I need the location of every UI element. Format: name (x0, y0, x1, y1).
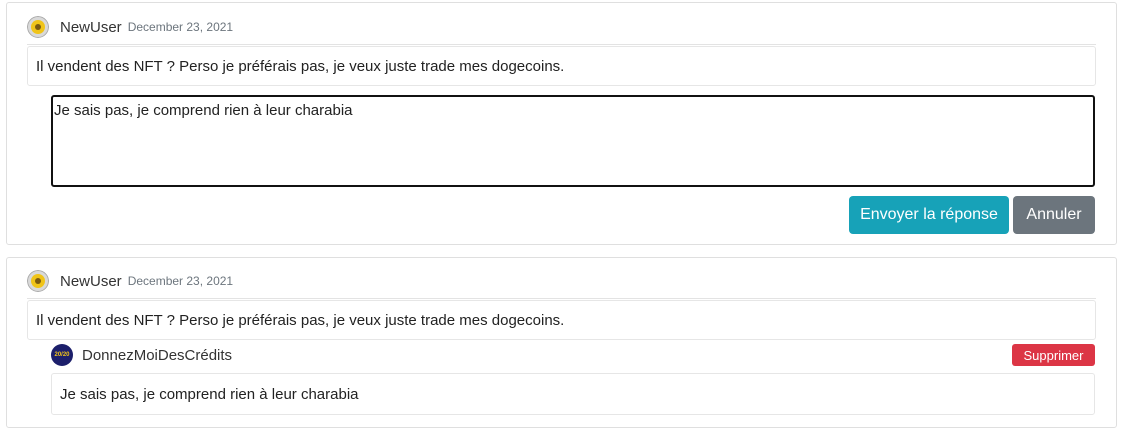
comment-date: December 23, 2021 (127, 20, 234, 34)
comment-card: NewUser December 23, 2021 Il vendent des… (6, 2, 1117, 245)
avatar-logo-text: 20/20 (54, 352, 70, 358)
reply-author-name[interactable]: DonnezMoiDesCrédits (82, 347, 232, 364)
reply-textarea[interactable]: Je sais pas, je comprend rien à leur cha… (51, 95, 1095, 187)
comment-header: NewUser December 23, 2021 (27, 264, 1096, 299)
comment-date: December 23, 2021 (127, 274, 234, 288)
user-avatar (27, 16, 49, 38)
comment-message: Il vendent des NFT ? Perso je préférais … (27, 46, 1096, 86)
gear-badge-icon (27, 270, 49, 292)
reply-message: Je sais pas, je comprend rien à leur cha… (51, 373, 1095, 415)
send-reply-button[interactable]: Envoyer la réponse (849, 196, 1009, 234)
reply-avatar: 20/20 (51, 344, 73, 366)
comment-header: NewUser December 23, 2021 (27, 10, 1096, 45)
cancel-button[interactable]: Annuler (1013, 196, 1095, 234)
gear-badge-icon (27, 16, 49, 38)
reply-header: 20/20 DonnezMoiDesCrédits (51, 344, 232, 366)
comment-card: NewUser December 23, 2021 Il vendent des… (6, 257, 1117, 428)
user-avatar (27, 270, 49, 292)
comment-message: Il vendent des NFT ? Perso je préférais … (27, 300, 1096, 340)
author-name[interactable]: NewUser (60, 273, 122, 290)
author-name[interactable]: NewUser (60, 19, 122, 36)
delete-button[interactable]: Supprimer (1012, 344, 1095, 366)
